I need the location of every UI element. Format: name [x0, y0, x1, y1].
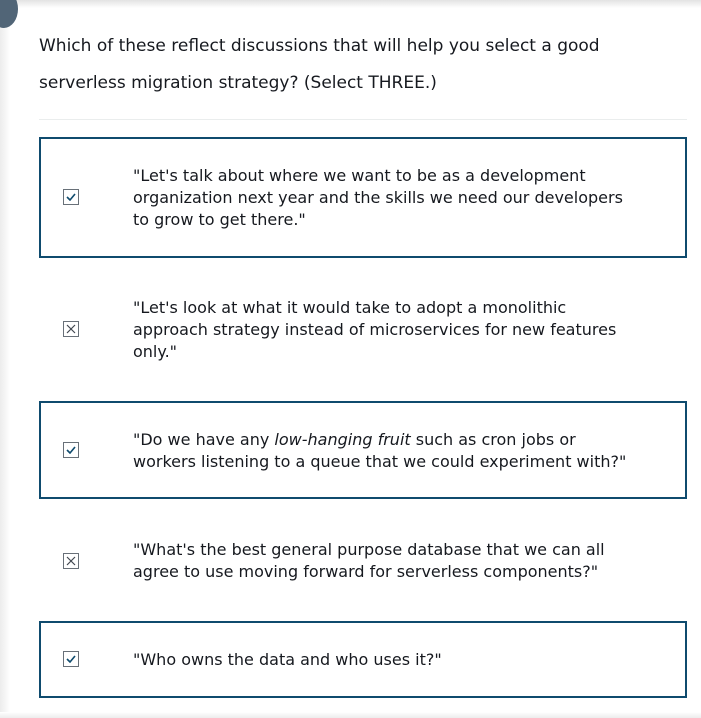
- left-shadow: [0, 0, 10, 718]
- check-icon[interactable]: [63, 189, 79, 205]
- x-icon[interactable]: [63, 553, 79, 569]
- check-icon[interactable]: [63, 651, 79, 667]
- answer-option-4[interactable]: "What's the best general purpose databas…: [39, 511, 687, 609]
- top-shadow: [0, 0, 701, 8]
- answer-option-2-text: "Let's look at what it would take to ado…: [133, 298, 617, 361]
- answer-option-4-text: "What's the best general purpose databas…: [133, 540, 605, 581]
- corner-dot: [0, 0, 18, 28]
- answer-option-3-text-before: "Do we have any: [133, 430, 275, 449]
- answer-option-5-text: "Who owns the data and who uses it?": [133, 650, 442, 669]
- check-icon[interactable]: [63, 442, 79, 458]
- answer-option-3[interactable]: "Do we have any low-hanging fruit such a…: [39, 401, 687, 499]
- divider: [39, 119, 687, 120]
- answer-option-2[interactable]: "Let's look at what it would take to ado…: [39, 269, 687, 390]
- answer-option-5[interactable]: "Who owns the data and who uses it?": [39, 621, 687, 698]
- answer-option-1[interactable]: "Let's talk about where we want to be as…: [39, 137, 687, 258]
- answer-option-3-text: "Do we have any low-hanging fruit such a…: [133, 429, 643, 473]
- question-text: Which of these reflect discussions that …: [39, 36, 600, 93]
- x-icon[interactable]: [63, 321, 79, 337]
- answer-option-1-text: "Let's talk about where we want to be as…: [133, 166, 623, 229]
- answer-option-3-text-emphasis: low-hanging fruit: [274, 430, 411, 449]
- bottom-shadow: [0, 712, 701, 718]
